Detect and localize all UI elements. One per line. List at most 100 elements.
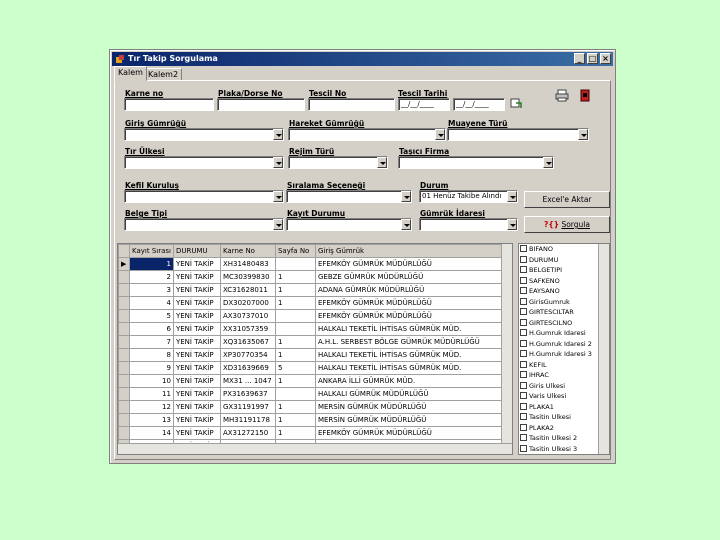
table-cell[interactable]: 11: [129, 387, 174, 401]
checkbox[interactable]: [520, 413, 527, 420]
table-cell[interactable]: MERSİN GÜMRÜK MÜDÜRLÜĞÜ: [314, 400, 506, 414]
table-cell[interactable]: MX31 ... 1047: [219, 374, 276, 388]
table-cell[interactable]: 2: [129, 270, 174, 284]
calendar-icon[interactable]: [510, 97, 522, 109]
checkbox[interactable]: [520, 444, 527, 452]
plaka-input[interactable]: [217, 98, 305, 111]
table-cell[interactable]: XQ31635067: [219, 335, 276, 349]
table-cell[interactable]: 1: [274, 426, 316, 440]
maximize-button[interactable]: □: [587, 53, 598, 64]
table-row[interactable]: 11 YENİ TAKİP PX31639637 HALKALI GÜMRÜK MÜD…: [118, 387, 506, 401]
column-checkbox-item[interactable]: H.Gumruk Idaresi 2: [519, 339, 609, 350]
checkbox[interactable]: [520, 297, 527, 305]
tir-ulkesi-select[interactable]: [124, 156, 284, 169]
checkbox[interactable]: [520, 371, 527, 378]
chevron-down-icon[interactable]: [377, 157, 387, 168]
column-header[interactable]: DURUMU: [172, 244, 221, 258]
table-row[interactable]: 3 YENİ TAKİP XC31628011 1 ADANA GÜMRÜK MÜDÜR…: [118, 283, 506, 297]
column-checklist[interactable]: BIFANO DURUMU BELGETIPI SAFKENO EAYSANO Giris…: [518, 243, 610, 455]
column-checkbox-item[interactable]: Tasitin Ulkesi 2: [519, 433, 609, 444]
gumruk-idaresi-select[interactable]: [419, 218, 518, 231]
table-cell[interactable]: 1: [274, 335, 316, 349]
table-row[interactable]: 6 YENİ TAKİP XX31057359 HALKALI TEKETİL İHT…: [118, 322, 506, 336]
table-cell[interactable]: A.H.L. SERBEST BÖLGE GÜMRÜK MÜDÜRLÜĞÜ: [314, 335, 506, 349]
table-cell[interactable]: AX30737010: [219, 309, 276, 323]
tescil-tarihi-from-input[interactable]: __/__/____: [398, 98, 450, 111]
table-cell[interactable]: XX31057359: [219, 322, 276, 336]
column-checkbox-item[interactable]: PLAKA3: [519, 454, 609, 455]
table-cell[interactable]: AX31272150: [219, 426, 276, 440]
table-cell[interactable]: YENİ TAKİP: [172, 322, 221, 336]
row-indicator[interactable]: [118, 309, 130, 323]
table-cell[interactable]: MERSİN GÜMRÜK MÜDÜRLÜĞÜ: [314, 413, 506, 427]
checkbox[interactable]: [520, 402, 527, 410]
table-cell[interactable]: YENİ TAKİP: [172, 257, 221, 271]
table-cell[interactable]: XP30770354: [219, 348, 276, 362]
table-cell[interactable]: 14: [129, 426, 174, 440]
checkbox[interactable]: [520, 245, 527, 252]
checkbox[interactable]: [520, 360, 527, 368]
column-checkbox-item[interactable]: PLAKA1: [519, 402, 609, 413]
table-cell[interactable]: YENİ TAKİP: [172, 270, 221, 284]
table-cell[interactable]: XH31480483: [219, 257, 276, 271]
table-cell[interactable]: HALKALI GÜMRÜK MÜDÜRLÜĞÜ: [314, 387, 506, 401]
table-cell[interactable]: [274, 387, 316, 401]
table-cell[interactable]: HALKALI TEKETİL İHTİSAS GÜMRÜK MÜD.: [314, 361, 506, 375]
row-indicator[interactable]: [118, 361, 130, 375]
kayit-durumu-select[interactable]: [286, 218, 412, 231]
table-cell[interactable]: 1: [274, 283, 316, 297]
rejim-turu-select[interactable]: [288, 156, 388, 169]
table-cell[interactable]: YENİ TAKİP: [172, 309, 221, 323]
column-checkbox-item[interactable]: GIRTESCILTAR: [519, 307, 609, 318]
chevron-down-icon[interactable]: [401, 191, 411, 202]
results-grid[interactable]: Kayıt Sırası DURUMU Karne No Sayfa No Gi…: [117, 243, 513, 455]
column-header[interactable]: Kayıt Sırası: [129, 244, 174, 258]
chevron-down-icon[interactable]: [273, 191, 283, 202]
row-indicator[interactable]: [118, 400, 130, 414]
column-checkbox-item[interactable]: GIRTESCILNO: [519, 318, 609, 329]
column-checkbox-item[interactable]: Giris Ulkesi: [519, 381, 609, 392]
table-cell[interactable]: 8: [129, 348, 174, 362]
table-row[interactable]: 14 YENİ TAKİP AX31272150 1 EFEMKÖY GÜMRÜK MÜ…: [118, 426, 506, 440]
table-row[interactable]: 7 YENİ TAKİP XQ31635067 1 A.H.L. SERBEST BÖL…: [118, 335, 506, 349]
table-cell[interactable]: 1: [274, 348, 316, 362]
close-button[interactable]: ×: [600, 53, 611, 64]
column-checkbox-item[interactable]: EAYSANO: [519, 286, 609, 297]
table-cell[interactable]: YENİ TAKİP: [172, 387, 221, 401]
column-checkbox-item[interactable]: BELGETIPI: [519, 265, 609, 276]
table-cell[interactable]: YENİ TAKİP: [172, 361, 221, 375]
chevron-down-icon[interactable]: [578, 129, 588, 140]
chevron-down-icon[interactable]: [507, 191, 517, 202]
table-cell[interactable]: EFEMKÖY GÜMRÜK MÜDÜRLÜĞÜ: [314, 426, 506, 440]
table-cell[interactable]: GEBZE GÜMRÜK MÜDÜRLÜĞÜ: [314, 270, 506, 284]
excel-export-button[interactable]: Excel'e Aktar: [524, 191, 610, 208]
grid-vertical-scrollbar[interactable]: [501, 244, 512, 454]
table-row[interactable]: 4 YENİ TAKİP DX30207000 1 EFEMKÖY GÜMRÜK MÜD…: [118, 296, 506, 310]
column-checkbox-item[interactable]: KEFIL: [519, 360, 609, 371]
table-cell[interactable]: DX30207000: [219, 296, 276, 310]
giris-gumrugu-select[interactable]: [124, 128, 284, 141]
checkbox[interactable]: [520, 381, 527, 389]
row-indicator[interactable]: [118, 322, 130, 336]
chevron-down-icon[interactable]: [543, 157, 553, 168]
checkbox[interactable]: [520, 423, 527, 431]
checkbox[interactable]: [520, 287, 527, 294]
table-row[interactable]: 12 YENİ TAKİP GX31191997 1 MERSİN GÜMRÜK MÜD…: [118, 400, 506, 414]
table-cell[interactable]: EFEMKÖY GÜMRÜK MÜDÜRLÜĞÜ: [314, 257, 506, 271]
row-indicator[interactable]: [118, 387, 130, 401]
column-checkbox-item[interactable]: BIFANO: [519, 244, 609, 255]
column-checkbox-item[interactable]: H.Gumruk Idaresi 3: [519, 349, 609, 360]
table-cell[interactable]: XC31628011: [219, 283, 276, 297]
minimize-button[interactable]: _: [574, 53, 585, 64]
exit-icon[interactable]: [580, 89, 590, 102]
chevron-down-icon[interactable]: [435, 129, 445, 140]
checkbox[interactable]: [520, 392, 527, 399]
row-indicator[interactable]: [118, 348, 130, 362]
checkbox[interactable]: [520, 339, 527, 347]
tab-kalem[interactable]: Kalem: [114, 66, 147, 81]
table-cell[interactable]: [274, 309, 316, 323]
table-cell[interactable]: YENİ TAKİP: [172, 413, 221, 427]
table-cell[interactable]: 7: [129, 335, 174, 349]
checkbox[interactable]: [520, 434, 527, 441]
table-cell[interactable]: YENİ TAKİP: [172, 374, 221, 388]
